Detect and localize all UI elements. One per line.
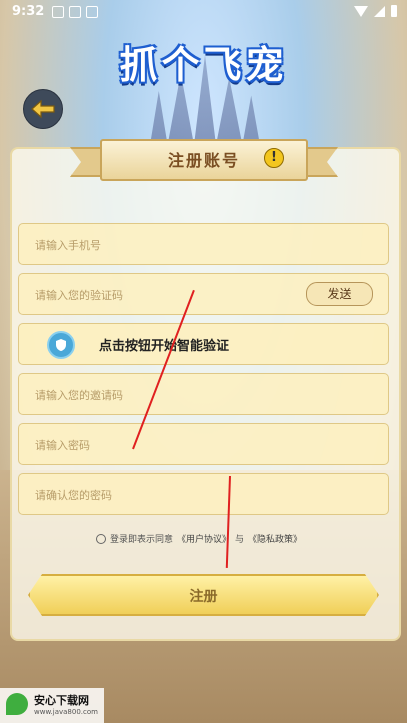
notification-icon [69,6,81,18]
watermark-main: 安心下载网 [34,694,89,707]
app-logo: 抓个飞宠 [119,43,288,87]
confirm-password-field [18,473,389,516]
battery-icon [391,5,397,17]
privacy-policy-link[interactable]: 《隐私政策》 [248,532,302,545]
invite-field [18,373,389,416]
notification-icon [52,6,64,18]
invite-input[interactable] [33,374,307,416]
smart-verify-button[interactable]: 点击按钮开始智能验证 [18,323,389,365]
agreement-row: 登录即表示同意 《用户协议》 与 《隐私政策》 [96,532,302,545]
shield-check-icon [47,331,75,359]
status-bar: 9:32 [0,0,407,24]
user-agreement-link[interactable]: 《用户协议》 [177,532,231,545]
wifi-icon [354,5,368,17]
smart-verify-label: 点击按钮开始智能验证 [99,339,230,354]
status-time: 9:32 [12,4,45,19]
register-button[interactable]: 注册 [20,574,387,616]
code-field: 发送 [18,273,389,316]
back-arrow-icon [31,99,55,119]
phone-input[interactable] [33,224,307,266]
page-title: 注册账号 [167,151,240,170]
password-field [18,423,389,466]
password-input[interactable] [33,424,307,466]
title-ribbon: 注册账号 ! [70,139,338,181]
notification-icon [86,6,98,18]
watermark-logo-icon [6,693,28,715]
confirm-password-input[interactable] [33,474,307,516]
register-label: 注册 [189,589,218,605]
code-input[interactable] [33,274,307,316]
agree-radio[interactable] [96,533,106,544]
watermark: 安心下载网 www.java800.com [0,688,104,723]
agree-and: 与 [235,535,245,545]
signal-icon [374,5,385,17]
agree-prefix: 登录即表示同意 [110,535,174,545]
warning-icon[interactable]: ! [264,148,284,168]
send-code-button[interactable]: 发送 [306,282,373,306]
back-button[interactable] [23,89,63,129]
phone-field [18,223,389,266]
watermark-sub: www.java800.com [34,708,98,716]
